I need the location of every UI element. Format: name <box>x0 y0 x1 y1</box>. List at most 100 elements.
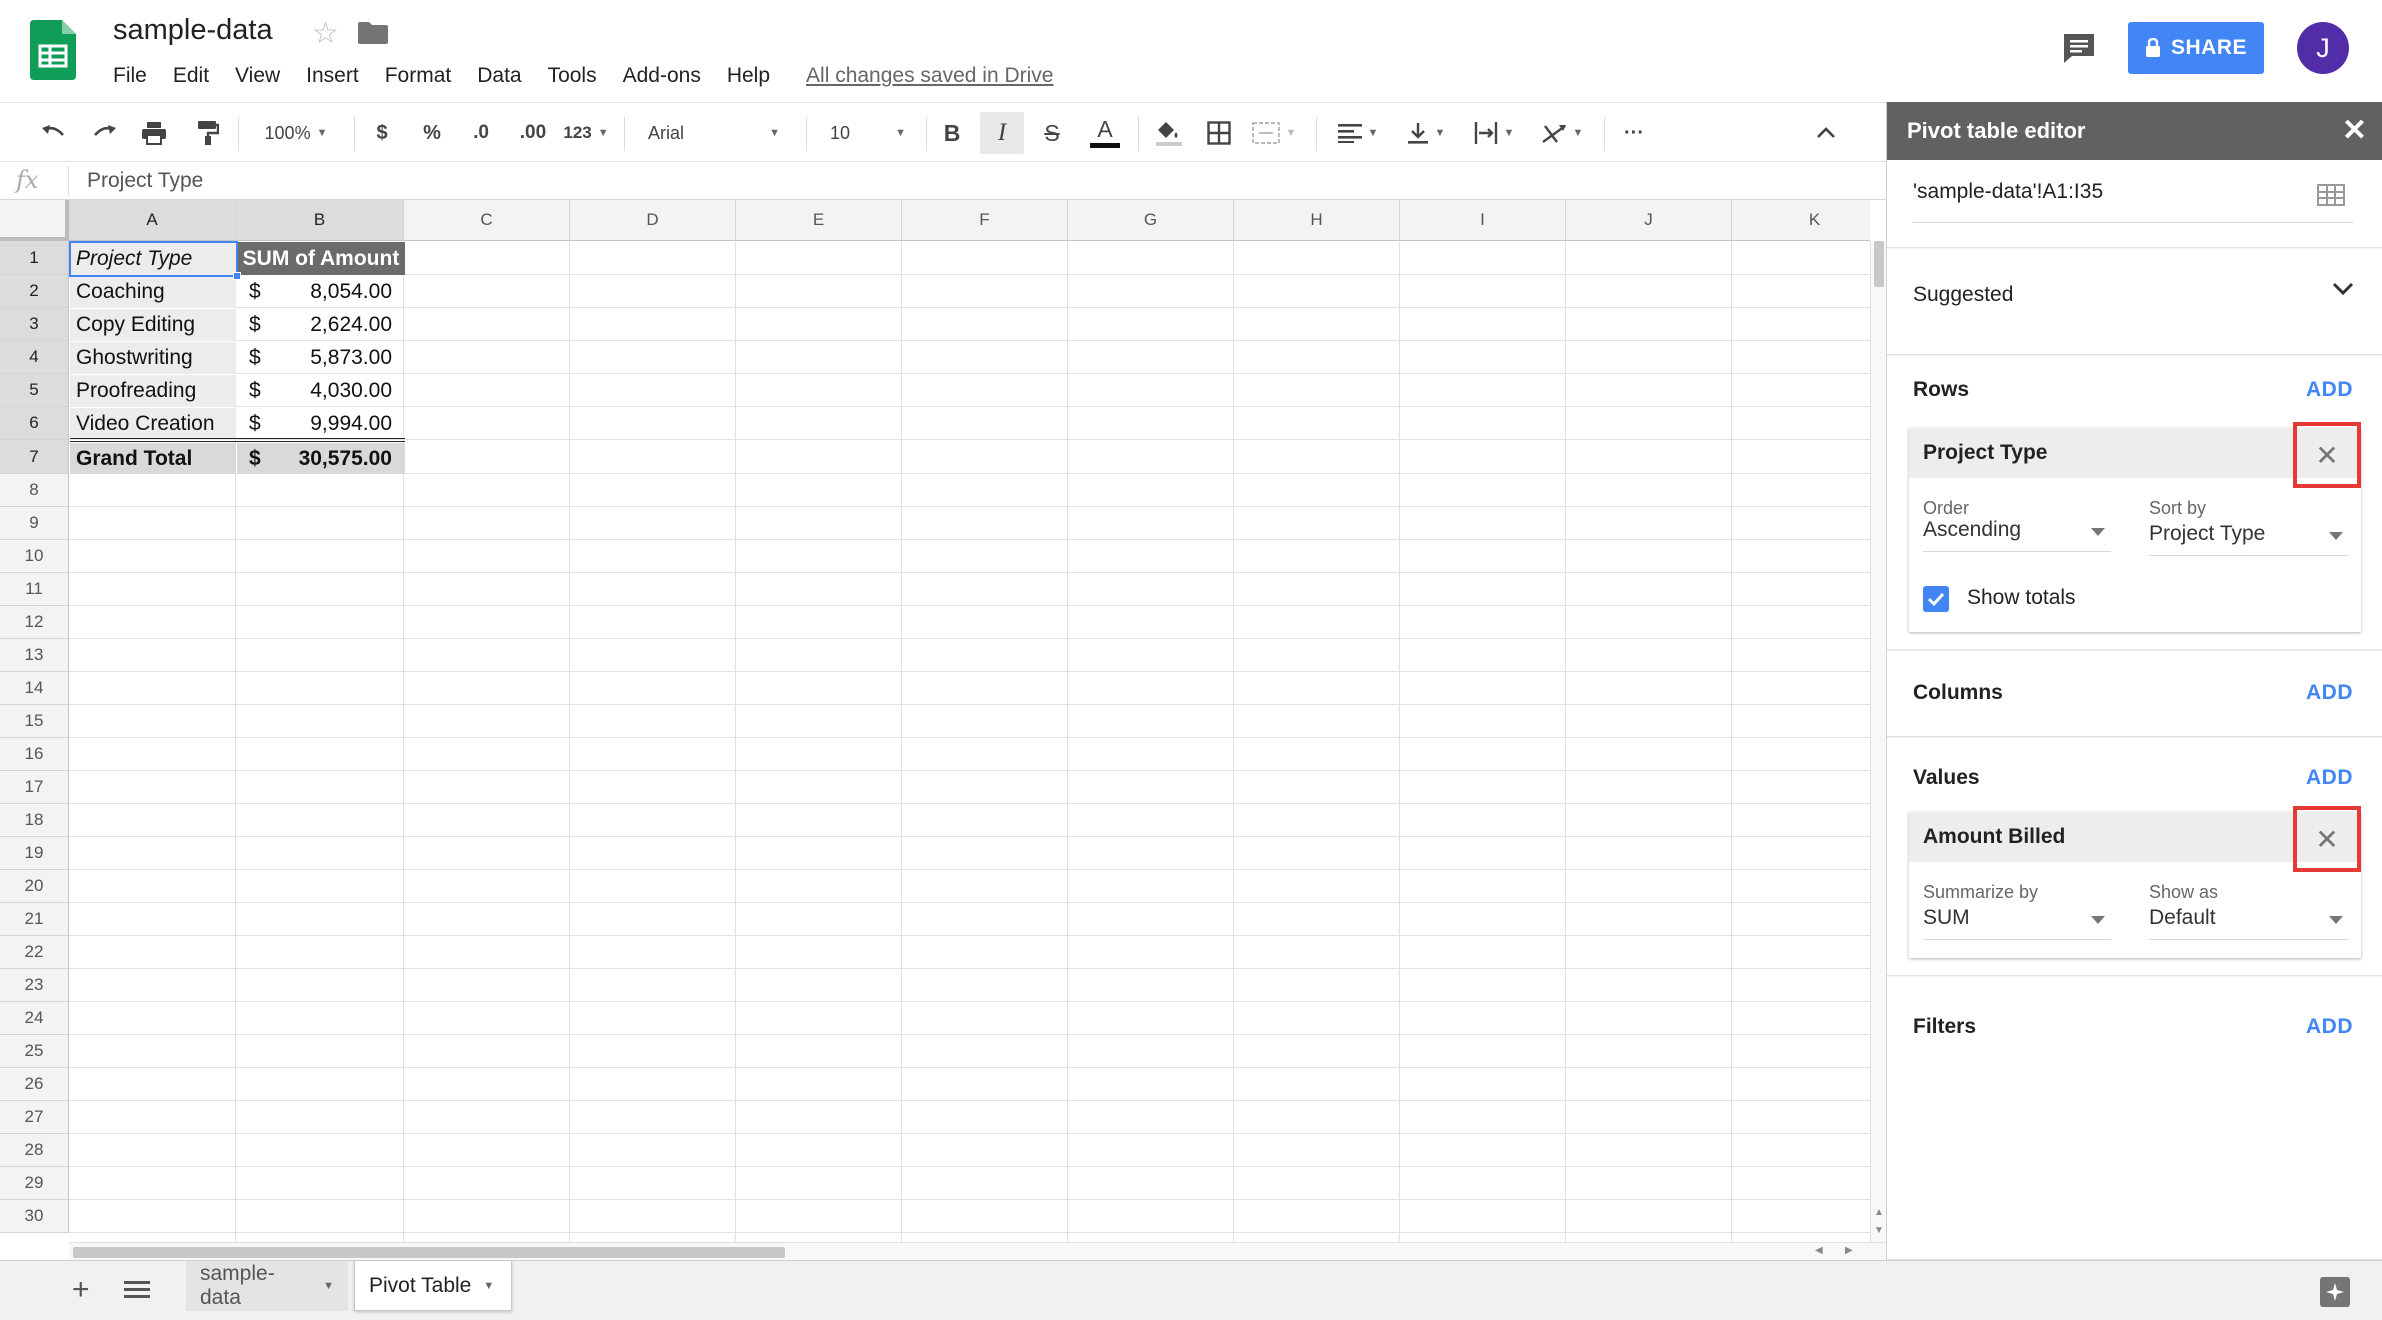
fill-color-icon[interactable] <box>1148 103 1190 163</box>
row-header-16[interactable]: 16 <box>0 738 69 771</box>
increase-decimal-button[interactable]: .00 <box>508 103 558 163</box>
chevron-down-icon[interactable]: ▼ <box>483 1280 494 1292</box>
add-filter-button[interactable]: ADD <box>2306 1015 2353 1039</box>
menu-data[interactable]: Data <box>477 64 521 88</box>
column-header-k[interactable]: K <box>1732 200 1870 241</box>
print-icon[interactable] <box>134 103 174 163</box>
text-color-button[interactable]: A <box>1084 103 1126 163</box>
row-header-12[interactable]: 12 <box>0 606 69 639</box>
bold-button[interactable]: B <box>934 103 970 163</box>
row-header-15[interactable]: 15 <box>0 705 69 738</box>
add-value-button[interactable]: ADD <box>2306 766 2353 790</box>
suggested-section[interactable]: Suggested <box>1887 249 2382 355</box>
row-header-11[interactable]: 11 <box>0 573 69 606</box>
row-header-26[interactable]: 26 <box>0 1068 69 1101</box>
formula-input[interactable]: Project Type <box>87 169 203 193</box>
row-header-5[interactable]: 5 <box>0 374 69 407</box>
remove-value-field-icon[interactable]: ✕ <box>2293 806 2361 872</box>
row-header-8[interactable]: 8 <box>0 474 69 507</box>
row-header-21[interactable]: 21 <box>0 903 69 936</box>
row-header-20[interactable]: 20 <box>0 870 69 903</box>
column-header-d[interactable]: D <box>570 200 736 241</box>
cell-a5[interactable]: Proofreading <box>70 375 236 407</box>
row-header-24[interactable]: 24 <box>0 1002 69 1035</box>
cell-a4[interactable]: Ghostwriting <box>70 342 236 374</box>
currency-format-button[interactable]: $ <box>364 103 400 163</box>
cell-a6[interactable]: Video Creation <box>70 408 236 440</box>
menu-format[interactable]: Format <box>385 64 452 88</box>
column-header-c[interactable]: C <box>404 200 570 241</box>
merge-cells-icon[interactable]: ▼ <box>1248 103 1300 163</box>
summarize-by-select[interactable]: SUM <box>1923 906 2111 940</box>
cell-b5[interactable]: $4,030.00 <box>237 375 405 407</box>
sheet-tab-pivot-table[interactable]: Pivot Table ▼ <box>354 1261 512 1311</box>
column-header-f[interactable]: F <box>902 200 1068 241</box>
row-header-19[interactable]: 19 <box>0 837 69 870</box>
remove-row-field-icon[interactable]: ✕ <box>2293 422 2361 488</box>
vertical-scrollbar[interactable]: ▲ ▼ <box>1870 241 1886 1242</box>
menu-edit[interactable]: Edit <box>173 64 209 88</box>
column-header-i[interactable]: I <box>1400 200 1566 241</box>
fill-handle[interactable] <box>233 272 241 280</box>
column-header-a[interactable]: A <box>69 200 236 241</box>
column-header-h[interactable]: H <box>1234 200 1400 241</box>
show-as-select[interactable]: Default <box>2149 906 2349 940</box>
star-icon[interactable]: ☆ <box>312 16 339 51</box>
add-row-button[interactable]: ADD <box>2306 378 2353 402</box>
text-wrap-icon[interactable]: ▼ <box>1466 103 1522 163</box>
menu-insert[interactable]: Insert <box>306 64 359 88</box>
grid-select-icon[interactable] <box>2317 184 2345 206</box>
close-icon[interactable]: ✕ <box>2342 116 2367 146</box>
row-header-28[interactable]: 28 <box>0 1134 69 1167</box>
decrease-decimal-button[interactable]: .0 <box>458 103 504 163</box>
italic-button[interactable]: I <box>980 112 1024 154</box>
horizontal-scrollbar[interactable]: ◀ ▶ <box>69 1242 1886 1260</box>
cell-a2[interactable]: Coaching <box>70 276 236 308</box>
row-header-29[interactable]: 29 <box>0 1167 69 1200</box>
row-header-27[interactable]: 27 <box>0 1101 69 1134</box>
cell-b1[interactable]: SUM of Amount <box>237 242 405 275</box>
paint-format-icon[interactable] <box>188 103 228 163</box>
row-header-1[interactable]: 1 <box>0 241 69 275</box>
chevron-down-icon[interactable]: ▼ <box>323 1280 334 1292</box>
spreadsheet-grid[interactable]: ABCDEFGHIJK 1 2 3 4 5 6 7 8 9 10 11 12 13 14 15 16 17 18 1… <box>0 200 1870 1242</box>
row-header-22[interactable]: 22 <box>0 936 69 969</box>
horizontal-scroll-thumb[interactable] <box>73 1247 785 1258</box>
cell-a3[interactable]: Copy Editing <box>70 309 236 341</box>
vertical-align-icon[interactable]: ▼ <box>1398 103 1454 163</box>
row-header-6[interactable]: 6 <box>0 407 69 440</box>
sort-by-select[interactable]: Project Type <box>2149 522 2349 556</box>
row-header-17[interactable]: 17 <box>0 771 69 804</box>
row-header-10[interactable]: 10 <box>0 540 69 573</box>
show-totals-checkbox[interactable] <box>1923 586 1949 612</box>
row-header-14[interactable]: 14 <box>0 672 69 705</box>
zoom-select[interactable]: 100% ▼ <box>248 103 344 163</box>
column-header-g[interactable]: G <box>1068 200 1234 241</box>
avatar[interactable]: J <box>2297 22 2349 74</box>
select-all-corner[interactable] <box>0 200 69 241</box>
row-header-23[interactable]: 23 <box>0 969 69 1002</box>
cell-b2[interactable]: $8,054.00 <box>237 276 405 308</box>
document-title[interactable]: sample-data <box>113 14 273 47</box>
row-header-18[interactable]: 18 <box>0 804 69 837</box>
scroll-up-icon[interactable]: ▲ <box>1874 1207 1884 1218</box>
share-button[interactable]: SHARE <box>2128 22 2264 74</box>
all-sheets-icon[interactable] <box>124 1279 150 1301</box>
row-header-30[interactable]: 30 <box>0 1200 69 1233</box>
row-header-7[interactable]: 7 <box>0 440 69 474</box>
text-rotation-icon[interactable]: ▼ <box>1534 103 1590 163</box>
cell-b6[interactable]: $9,994.00 <box>237 408 405 440</box>
menu-view[interactable]: View <box>235 64 280 88</box>
row-header-13[interactable]: 13 <box>0 639 69 672</box>
scroll-down-icon[interactable]: ▼ <box>1874 1225 1884 1236</box>
strikethrough-button[interactable]: S <box>1032 103 1072 163</box>
borders-icon[interactable] <box>1198 103 1240 163</box>
percent-format-button[interactable]: % <box>412 103 452 163</box>
font-family-select[interactable]: Arial ▼ <box>634 103 790 163</box>
cell-a7[interactable]: Grand Total <box>70 443 236 474</box>
column-header-j[interactable]: J <box>1566 200 1732 241</box>
more-options-button[interactable]: ··· <box>1610 103 1658 163</box>
chevron-down-icon[interactable] <box>2331 281 2355 297</box>
pivot-range-input[interactable]: 'sample-data'!A1:I35 <box>1913 180 2103 204</box>
vertical-scroll-thumb[interactable] <box>1874 241 1884 287</box>
